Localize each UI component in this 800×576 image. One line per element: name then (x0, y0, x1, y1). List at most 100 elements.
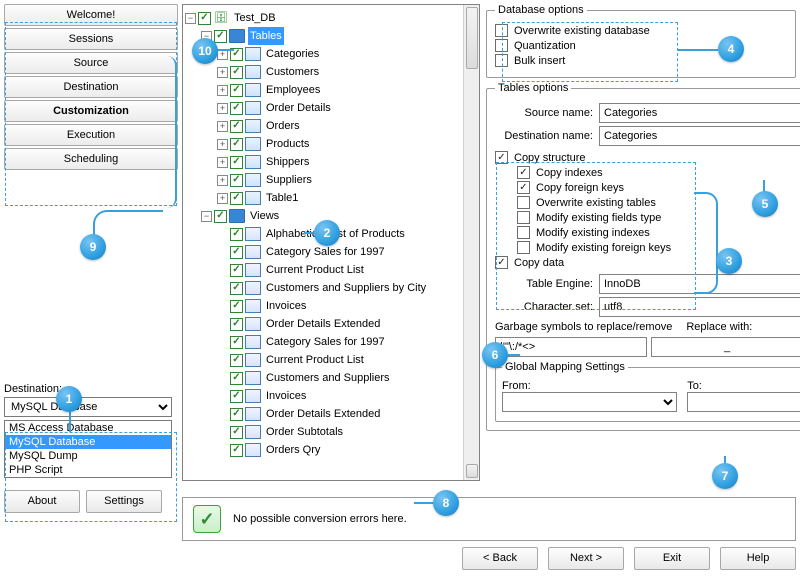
checkbox-icon[interactable]: ✓ (230, 138, 243, 151)
checkbox-icon[interactable]: ✓ (230, 156, 243, 169)
view-icon (245, 371, 261, 385)
view-icon (245, 353, 261, 367)
tree-table-item[interactable]: +✓Customers (185, 63, 477, 81)
expand-toggle-icon[interactable]: − (201, 211, 212, 222)
back-button[interactable]: < Back (462, 547, 538, 570)
tree-node-label: Customers and Suppliers by City (264, 279, 428, 297)
gms-to-combo[interactable] (687, 392, 800, 412)
destination-name-label: Destination name: (495, 130, 593, 142)
callout-3: 3 (716, 248, 742, 274)
tree-view-item[interactable]: ✓ Customers and Suppliers by City (185, 279, 477, 297)
checkbox-icon[interactable]: ✓ (230, 372, 243, 385)
view-icon (245, 407, 261, 421)
checkbox-icon[interactable]: ✓ (198, 12, 211, 25)
expand-toggle-icon[interactable]: + (217, 67, 228, 78)
tree-table-item[interactable]: +✓ Shippers (185, 153, 477, 171)
view-icon (245, 299, 261, 313)
checkbox-icon[interactable]: ✓ (230, 102, 243, 115)
folder-icon (229, 29, 245, 43)
gms-from-label: From: (502, 380, 677, 392)
callout-2: 2 (314, 220, 340, 246)
scrollbar[interactable] (463, 5, 479, 480)
replace-with-input[interactable] (651, 337, 800, 357)
gms-to-label: To: (687, 380, 800, 392)
tables-options-legend: Tables options (495, 82, 571, 94)
checkbox-icon[interactable]: ✓ (230, 408, 243, 421)
tree-view-item[interactable]: ✓Invoices (185, 297, 477, 315)
tree-tables-node[interactable]: −✓Tables (185, 27, 477, 45)
tree-node-label: Shippers (264, 153, 311, 171)
table-icon (245, 155, 261, 169)
tree-view-item[interactable]: ✓ Current Product List (185, 351, 477, 369)
tree-view-item[interactable]: ✓Order Subtotals (185, 423, 477, 441)
checkbox-icon[interactable]: ✓ (214, 210, 227, 223)
tree-node-label: Test_DB (232, 9, 278, 27)
table-icon (245, 101, 261, 115)
tree-table-item[interactable]: +✓ Suppliers (185, 171, 477, 189)
checkbox-icon[interactable]: ✓ (230, 246, 243, 259)
checkbox-icon[interactable]: ✓ (230, 390, 243, 403)
expand-toggle-icon[interactable]: + (217, 103, 228, 114)
expand-toggle-icon[interactable]: + (217, 175, 228, 186)
tree-table-item[interactable]: +✓ Employees (185, 81, 477, 99)
status-text: No possible conversion errors here. (233, 513, 407, 525)
checkbox-icon[interactable]: ✓ (230, 84, 243, 97)
checkbox-icon[interactable]: ✓ (230, 318, 243, 331)
table-icon (245, 65, 261, 79)
tree-view-item[interactable]: ✓Order Details Extended (185, 405, 477, 423)
checkbox-icon[interactable]: ✓ (230, 426, 243, 439)
checkbox-icon[interactable]: ✓ (230, 300, 243, 313)
global-mapping-legend: Global Mapping Settings (502, 361, 628, 373)
tree-table-item[interactable]: +✓Categories (185, 45, 477, 63)
gms-from-combo[interactable] (502, 392, 677, 412)
source-name-input[interactable] (599, 103, 800, 123)
expand-toggle-icon[interactable]: − (185, 13, 196, 24)
tree-node-label: Order Details Extended (264, 315, 382, 333)
tree-view-item[interactable]: ✓Category Sales for 1997 (185, 333, 477, 351)
exit-button[interactable]: Exit (634, 547, 710, 570)
table-icon (245, 191, 261, 205)
tree-view-item[interactable]: ✓Invoices (185, 387, 477, 405)
destination-combo[interactable]: MySQL Database (4, 397, 172, 417)
tree-table-item[interactable]: +✓Orders (185, 117, 477, 135)
tree-view-item[interactable]: ✓Customers and Suppliers (185, 369, 477, 387)
tree-view-item[interactable]: ✓Category Sales for 1997 (185, 243, 477, 261)
view-icon (245, 263, 261, 277)
tree-view-item[interactable]: ✓ Order Details Extended (185, 315, 477, 333)
view-icon (245, 245, 261, 259)
help-button[interactable]: Help (720, 547, 796, 570)
checkbox-icon[interactable]: ✓ (230, 354, 243, 367)
destination-name-combo[interactable]: Categories (599, 126, 800, 146)
view-icon (245, 227, 261, 241)
expand-toggle-icon[interactable]: + (217, 193, 228, 204)
expand-toggle-icon[interactable]: + (217, 121, 228, 132)
checkbox-icon[interactable]: ✓ (230, 282, 243, 295)
expand-toggle-icon[interactable]: + (217, 139, 228, 150)
view-icon (245, 335, 261, 349)
tree-table-item[interactable]: +✓Table1 (185, 189, 477, 207)
tree-node-label: Current Product List (264, 261, 366, 279)
checkbox-icon[interactable]: ✓ (230, 174, 243, 187)
destination-label: Destination: (4, 383, 178, 395)
next-button[interactable]: Next > (548, 547, 624, 570)
checkbox-icon[interactable]: ✓ (214, 30, 227, 43)
garbage-label: Garbage symbols to replace/remove (495, 321, 672, 333)
checkbox-icon[interactable]: ✓ (230, 228, 243, 241)
tree-table-item[interactable]: +✓Order Details (185, 99, 477, 117)
expand-toggle-icon[interactable]: + (217, 85, 228, 96)
checkbox-icon[interactable]: ✓ (230, 444, 243, 457)
tree-table-item[interactable]: +✓Products (185, 135, 477, 153)
checkbox-icon[interactable]: ✓ (230, 66, 243, 79)
tree-node-label: Current Product List (264, 351, 366, 369)
expand-toggle-icon[interactable]: + (217, 157, 228, 168)
checkbox-icon[interactable]: ✓ (230, 336, 243, 349)
tree-view-item[interactable]: ✓ Current Product List (185, 261, 477, 279)
table-icon (245, 47, 261, 61)
tree-view-item[interactable]: ✓Orders Qry (185, 441, 477, 459)
checkbox-icon[interactable]: ✓ (230, 192, 243, 205)
tree-db-node[interactable]: −✓🗄Test_DB (185, 9, 477, 27)
tree-node-label: Employees (264, 81, 322, 99)
checkbox-icon[interactable]: ✓ (230, 264, 243, 277)
checkbox-icon[interactable]: ✓ (230, 120, 243, 133)
tree-node-label: Suppliers (264, 171, 314, 189)
